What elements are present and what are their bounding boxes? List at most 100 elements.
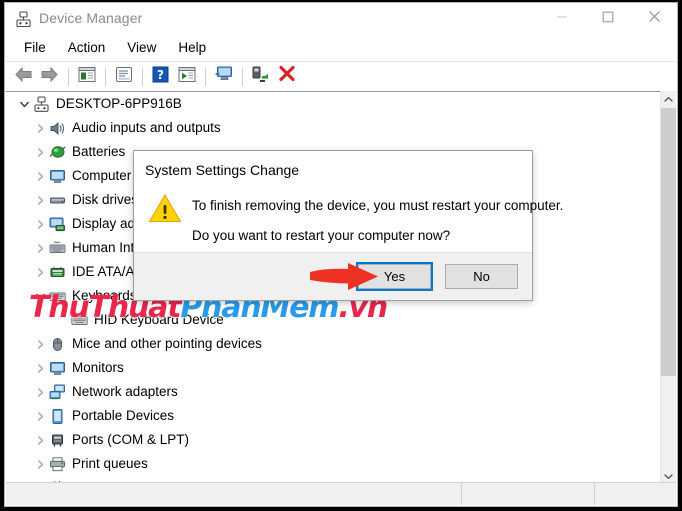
chevron-right-icon[interactable] [32, 356, 48, 380]
chevron-right-icon[interactable] [32, 164, 48, 188]
red-arrow-annotation-icon [308, 261, 380, 293]
show-hide-console-tree-icon [78, 66, 96, 88]
tree-item-label: Monitors [72, 360, 124, 376]
chevron-right-icon[interactable] [32, 260, 48, 284]
chevron-right-icon[interactable] [32, 188, 48, 212]
chevron-right-icon[interactable] [32, 380, 48, 404]
tree-item-ports-com-and-lpt[interactable]: Ports (COM & LPT) [6, 428, 660, 452]
warning-icon [148, 193, 182, 223]
computer-icon [32, 95, 50, 113]
status-bar-divider [461, 483, 462, 505]
enable-device-button[interactable] [248, 65, 273, 89]
tree-item-monitors[interactable]: Monitors [6, 356, 660, 380]
tree-item-label: Print queues [72, 456, 148, 472]
close-icon [648, 10, 661, 28]
menu-view[interactable]: View [116, 38, 167, 59]
update-driver-icon [178, 66, 196, 88]
network-adapter-icon [48, 383, 66, 401]
chevron-right-icon[interactable] [32, 212, 48, 236]
tree-item-mice-and-other-pointing-devices[interactable]: Mice and other pointing devices [6, 332, 660, 356]
portable-device-icon [48, 407, 66, 425]
device-manager-icon [15, 11, 32, 28]
help-button[interactable]: ? [148, 65, 173, 89]
help-icon: ? [152, 66, 169, 88]
forward-button[interactable] [37, 65, 62, 89]
tree-root-label: DESKTOP-6PP916B [56, 96, 182, 112]
menu-bar: File Action View Help [5, 36, 677, 62]
port-icon [48, 431, 66, 449]
dialog-title: System Settings Change [145, 162, 300, 178]
vertical-scrollbar[interactable] [660, 91, 676, 484]
window-title: Device Manager [39, 10, 143, 26]
update-driver-button[interactable] [174, 65, 199, 89]
svg-text:?: ? [157, 68, 164, 82]
back-icon [14, 66, 33, 88]
tree-item-label: Batteries [72, 144, 126, 160]
scrollbar-up-button[interactable] [661, 91, 676, 107]
properties-button[interactable] [111, 65, 136, 89]
tree-item-audio-inputs-and-outputs[interactable]: Audio inputs and outputs [6, 116, 660, 140]
printer-icon [48, 455, 66, 473]
enable-device-icon [251, 65, 270, 88]
toolbar: ? [5, 62, 677, 92]
toolbar-separator [142, 67, 143, 86]
menu-help[interactable]: Help [167, 38, 217, 59]
tree-item-print-queues[interactable]: Print queues [6, 452, 660, 476]
toolbar-separator [68, 67, 69, 86]
uninstall-device-icon [278, 65, 296, 88]
tree-item-label: Portable Devices [72, 408, 175, 424]
chevron-right-icon[interactable] [32, 428, 48, 452]
tree-item-label: Ports (COM & LPT) [72, 432, 190, 448]
chevron-right-icon[interactable] [32, 140, 48, 164]
tree-item-label: Mice and other pointing devices [72, 336, 262, 352]
maximize-icon [602, 10, 614, 28]
tree-item-label: Computer [72, 168, 132, 184]
chevron-right-icon[interactable] [32, 332, 48, 356]
minimize-icon [556, 10, 568, 28]
monitor-icon [48, 359, 66, 377]
mouse-icon [48, 335, 66, 353]
chevron-down-icon[interactable] [16, 92, 32, 116]
chevron-up-icon [664, 90, 673, 108]
back-button[interactable] [11, 65, 36, 89]
chevron-right-icon[interactable] [32, 404, 48, 428]
title-bar: Device Manager [5, 3, 677, 36]
disk-drive-icon [48, 191, 66, 209]
hid-icon [48, 239, 66, 257]
show-hide-console-tree-button[interactable] [74, 65, 99, 89]
toolbar-separator [205, 67, 206, 86]
battery-icon [48, 143, 66, 161]
minimize-button[interactable] [539, 3, 585, 34]
maximize-button[interactable] [585, 3, 631, 34]
chevron-right-icon[interactable] [32, 452, 48, 476]
tree-item-label: Audio inputs and outputs [72, 120, 221, 136]
scan-hardware-changes-button[interactable] [211, 65, 236, 89]
tree-item-label: Disk drives [72, 192, 139, 208]
tree-item-portable-devices[interactable]: Portable Devices [6, 404, 660, 428]
forward-icon [40, 66, 59, 88]
monitor-icon [48, 167, 66, 185]
menu-action[interactable]: Action [57, 38, 117, 59]
dialog-message-line-1: To finish removing the device, you must … [192, 198, 564, 213]
tree-item-network-adapters[interactable]: Network adapters [6, 380, 660, 404]
dialog-message-line-2: Do you want to restart your computer now… [192, 228, 451, 243]
device-manager-window: Device Manager File Action View Help ? D… [4, 2, 678, 507]
chevron-right-icon[interactable] [32, 236, 48, 260]
menu-file[interactable]: File [13, 38, 57, 59]
speaker-icon [48, 119, 66, 137]
toolbar-separator [242, 67, 243, 86]
uninstall-device-button[interactable] [274, 65, 299, 89]
close-button[interactable] [631, 3, 677, 34]
no-button[interactable]: No [445, 264, 518, 289]
status-bar [6, 482, 676, 505]
tree-root-item[interactable]: DESKTOP-6PP916B [6, 92, 660, 116]
scrollbar-thumb[interactable] [661, 108, 676, 376]
status-bar-divider [594, 483, 595, 505]
toolbar-separator [105, 67, 106, 86]
chevron-right-icon[interactable] [32, 116, 48, 140]
properties-icon [115, 66, 133, 88]
tree-item-label: Network adapters [72, 384, 178, 400]
ide-controller-icon [48, 263, 66, 281]
scan-hardware-changes-icon [214, 65, 234, 88]
display-adapter-icon [48, 215, 66, 233]
